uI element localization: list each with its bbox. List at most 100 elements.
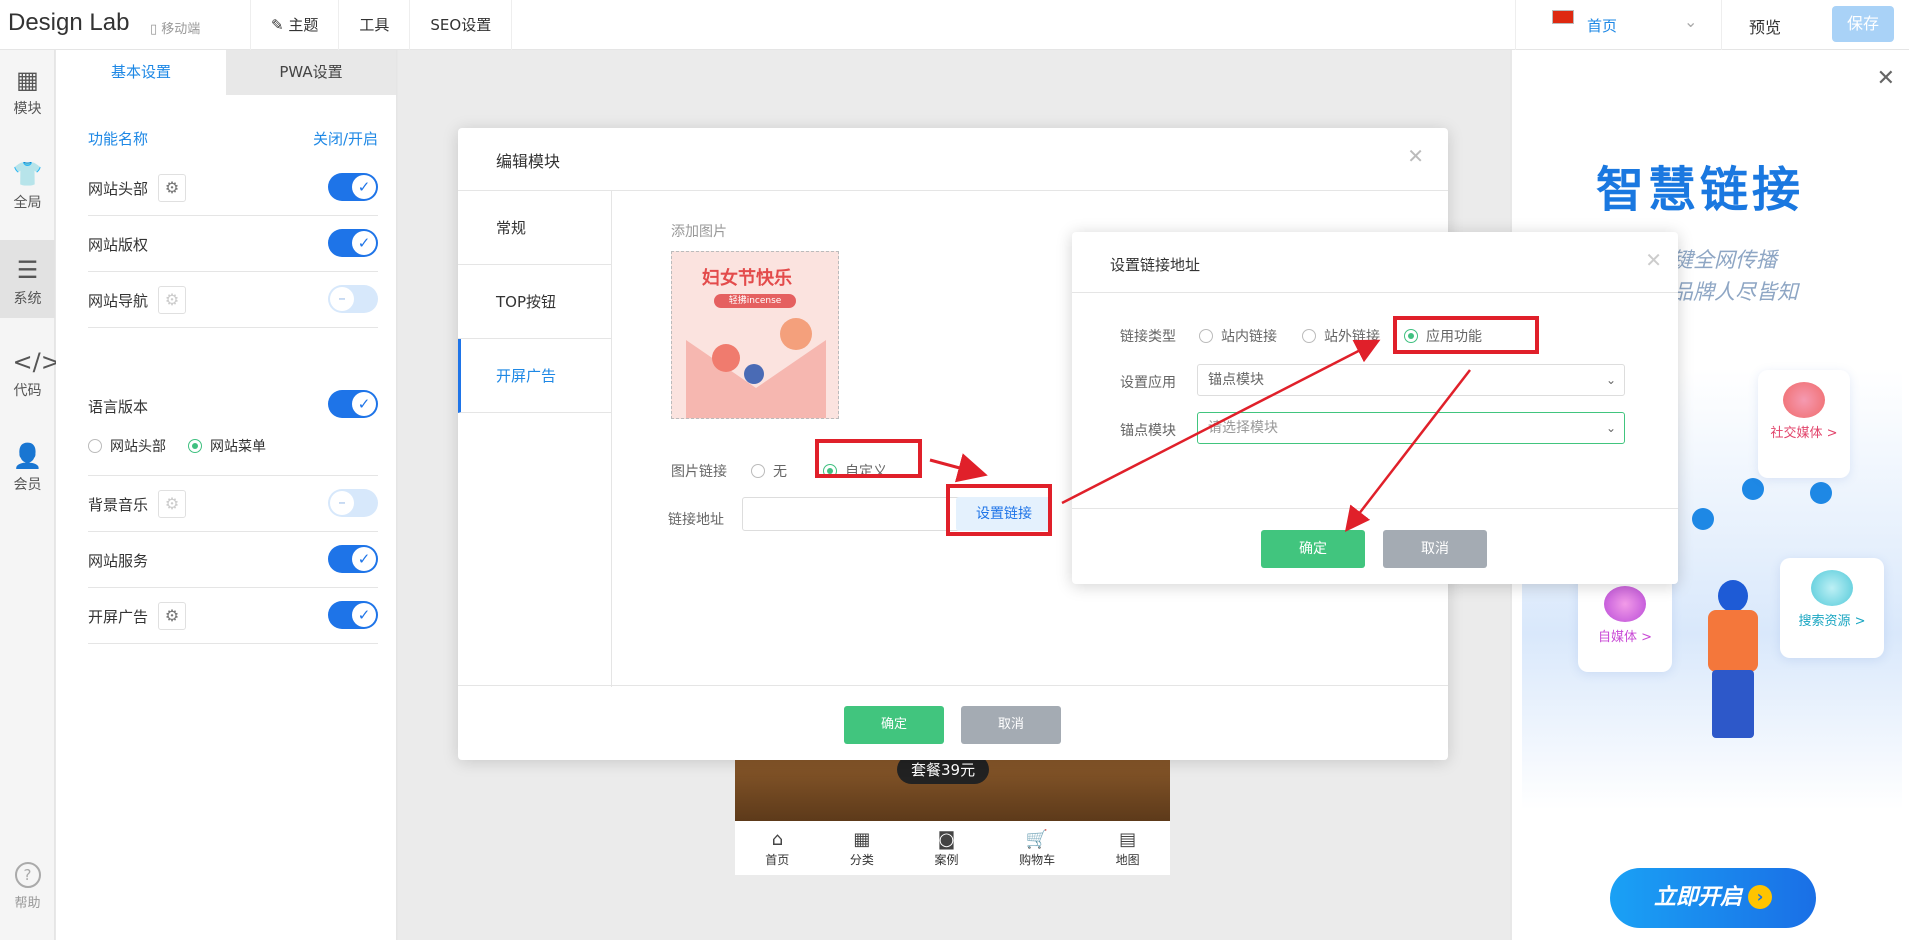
check-icon: ✓ bbox=[352, 392, 376, 416]
divider bbox=[1072, 508, 1678, 509]
radio-icon bbox=[1302, 329, 1316, 343]
setting-name: 网站导航 bbox=[88, 292, 149, 310]
toggle-switch[interactable]: ✓ bbox=[328, 545, 378, 573]
lang-option-menu[interactable]: 网站菜单 bbox=[188, 436, 266, 456]
card-self-media[interactable]: 自媒体 > bbox=[1578, 574, 1672, 672]
side-tab-general[interactable]: 常规 bbox=[458, 191, 611, 265]
card-search-resources[interactable]: 搜索资源 > bbox=[1780, 558, 1884, 658]
side-tab-top-button[interactable]: TOP按钮 bbox=[458, 265, 611, 339]
app-select[interactable]: 锚点模块 ⌄ bbox=[1197, 364, 1625, 396]
close-icon[interactable]: ✕ bbox=[1645, 248, 1662, 272]
dialog-ok-button[interactable]: 确定 bbox=[1261, 530, 1365, 568]
nav-theme-label: 主题 bbox=[288, 16, 319, 34]
link-option-none[interactable]: 无 bbox=[751, 461, 787, 481]
modal-cancel-button[interactable]: 取消 bbox=[961, 706, 1061, 744]
setting-name: 网站服务 bbox=[88, 552, 149, 570]
type-option-internal[interactable]: 站内链接 bbox=[1199, 326, 1277, 346]
minus-icon: – bbox=[330, 491, 354, 515]
setting-name: 开屏广告 bbox=[88, 608, 149, 626]
cart-icon: 🛒 bbox=[1025, 829, 1049, 850]
tab-basic-settings[interactable]: 基本设置 bbox=[56, 50, 226, 95]
phone-nav-cases[interactable]: ◙ 案例 bbox=[934, 821, 958, 875]
icon-sidebar: ▦ 模块 👕 全局 ☰ 系统 </> 代码 👤 会员 bbox=[0, 50, 61, 940]
sidebar-item-label: 模块 bbox=[13, 101, 42, 117]
camera-icon: ◙ bbox=[937, 829, 956, 850]
phone-preview: 套餐39元 ⌂ 首页 ▦ 分类 ◙ 案例 🛒 购物车 ▤ 地图 bbox=[735, 755, 1170, 875]
toggle-switch[interactable]: ✓ bbox=[328, 229, 378, 257]
start-now-button[interactable]: 立即开启 › bbox=[1610, 868, 1816, 928]
sidebar-item-member[interactable]: 👤 会员 bbox=[0, 426, 55, 504]
top-nav: ✎ 主题 工具 SEO设置 bbox=[250, 0, 513, 50]
gear-icon[interactable]: ⚙ bbox=[158, 490, 186, 518]
help-button[interactable]: ? 帮助 bbox=[0, 862, 55, 911]
toggle-switch[interactable]: – bbox=[328, 285, 378, 313]
radio-icon bbox=[1199, 329, 1213, 343]
page-select[interactable]: 首页 ⌄ bbox=[1515, 0, 1722, 50]
radio-icon bbox=[88, 439, 102, 453]
phone-nav-home[interactable]: ⌂ 首页 bbox=[765, 821, 789, 875]
modal-ok-button[interactable]: 确定 bbox=[844, 706, 944, 744]
nav-theme[interactable]: ✎ 主题 bbox=[251, 0, 340, 50]
image-link-label: 图片链接 bbox=[671, 464, 727, 480]
set-app-label: 设置应用 bbox=[1120, 375, 1176, 391]
ad-image-upload[interactable]: 妇女节快乐 轻拂incense bbox=[671, 251, 839, 419]
flower-graphic bbox=[780, 318, 812, 350]
video-camera-icon bbox=[1604, 586, 1646, 622]
setting-name: 网站版权 bbox=[88, 236, 149, 254]
promo-subtitle: 键全网传播 bbox=[1672, 248, 1777, 272]
gear-icon[interactable]: ⚙ bbox=[158, 602, 186, 630]
nav-tools[interactable]: 工具 bbox=[339, 0, 411, 50]
logo: Design Lab bbox=[8, 9, 130, 36]
phone-nav-map[interactable]: ▤ 地图 bbox=[1116, 821, 1140, 875]
phone-nav-label: 购物车 bbox=[1019, 853, 1056, 867]
settings-panel: 基本设置 PWA设置 功能名称 关闭/开启 网站头部 ⚙ ✓ 网站版权 ✓ 网站… bbox=[56, 50, 397, 940]
close-icon[interactable]: ✕ bbox=[1407, 144, 1424, 168]
gear-icon[interactable]: ⚙ bbox=[158, 286, 186, 314]
sidebar-item-label: 代码 bbox=[13, 383, 42, 399]
sidebar-item-modules[interactable]: ▦ 模块 bbox=[0, 50, 55, 128]
card-label: 搜索资源 > bbox=[1798, 614, 1866, 629]
arrow-right-icon: › bbox=[1748, 885, 1772, 909]
close-icon[interactable]: ✕ bbox=[1877, 66, 1895, 91]
tab-pwa-settings[interactable]: PWA设置 bbox=[226, 50, 396, 95]
mobile-switch[interactable]: ▯ 移动端 bbox=[150, 18, 200, 37]
minus-icon: – bbox=[330, 287, 354, 311]
toggle-switch[interactable]: – bbox=[328, 489, 378, 517]
link-address-label: 链接地址 bbox=[668, 512, 724, 528]
anchor-module-label: 锚点模块 bbox=[1120, 423, 1176, 439]
phone-nav-cart[interactable]: 🛒 购物车 bbox=[1019, 821, 1055, 875]
phone-nav-label: 分类 bbox=[849, 853, 874, 867]
setting-row-music: 背景音乐 ⚙ – bbox=[88, 476, 378, 532]
toggle-switch[interactable]: ✓ bbox=[328, 173, 378, 201]
link-address-input[interactable] bbox=[742, 497, 962, 531]
sidebar-item-global[interactable]: 👕 全局 bbox=[0, 144, 55, 222]
sidebar-item-code[interactable]: </> 代码 bbox=[0, 332, 61, 410]
setting-row-copyright: 网站版权 ✓ bbox=[88, 216, 378, 272]
gear-icon[interactable]: ⚙ bbox=[158, 174, 186, 202]
toggle-switch[interactable]: ✓ bbox=[328, 601, 378, 629]
nav-seo[interactable]: SEO设置 bbox=[410, 0, 513, 50]
type-option-external[interactable]: 站外链接 bbox=[1302, 326, 1380, 346]
dialog-cancel-button[interactable]: 取消 bbox=[1383, 530, 1487, 568]
setting-name: 语言版本 bbox=[88, 398, 149, 416]
side-tab-splash-ad[interactable]: 开屏广告 bbox=[458, 339, 611, 413]
phone-icon: ▯ bbox=[150, 22, 158, 37]
flower-graphic bbox=[712, 344, 740, 372]
preview-button[interactable]: 预览 bbox=[1749, 14, 1781, 38]
modal-side-nav: 常规 TOP按钮 开屏广告 bbox=[458, 191, 612, 687]
check-icon: ✓ bbox=[352, 231, 376, 255]
ad-image-subtitle: 轻拂incense bbox=[714, 294, 796, 308]
sidebar-item-system[interactable]: ☰ 系统 bbox=[0, 240, 55, 318]
lang-option-header[interactable]: 网站头部 bbox=[88, 436, 166, 456]
document-icon: ☰ bbox=[16, 256, 39, 284]
anchor-module-select[interactable]: 请选择模块 ⌄ bbox=[1197, 412, 1625, 444]
toggle-switch[interactable]: ✓ bbox=[328, 390, 378, 418]
modal-title: 编辑模块 bbox=[496, 152, 561, 171]
card-social-media[interactable]: 社交媒体 > bbox=[1758, 370, 1850, 478]
phone-nav-category[interactable]: ▦ 分类 bbox=[850, 821, 874, 875]
node-icon bbox=[1810, 482, 1832, 504]
link-option-label: 无 bbox=[773, 464, 787, 480]
start-now-label: 立即开启 bbox=[1653, 885, 1742, 910]
home-icon: ⌂ bbox=[771, 829, 783, 850]
save-button[interactable]: 保存 bbox=[1832, 6, 1894, 42]
